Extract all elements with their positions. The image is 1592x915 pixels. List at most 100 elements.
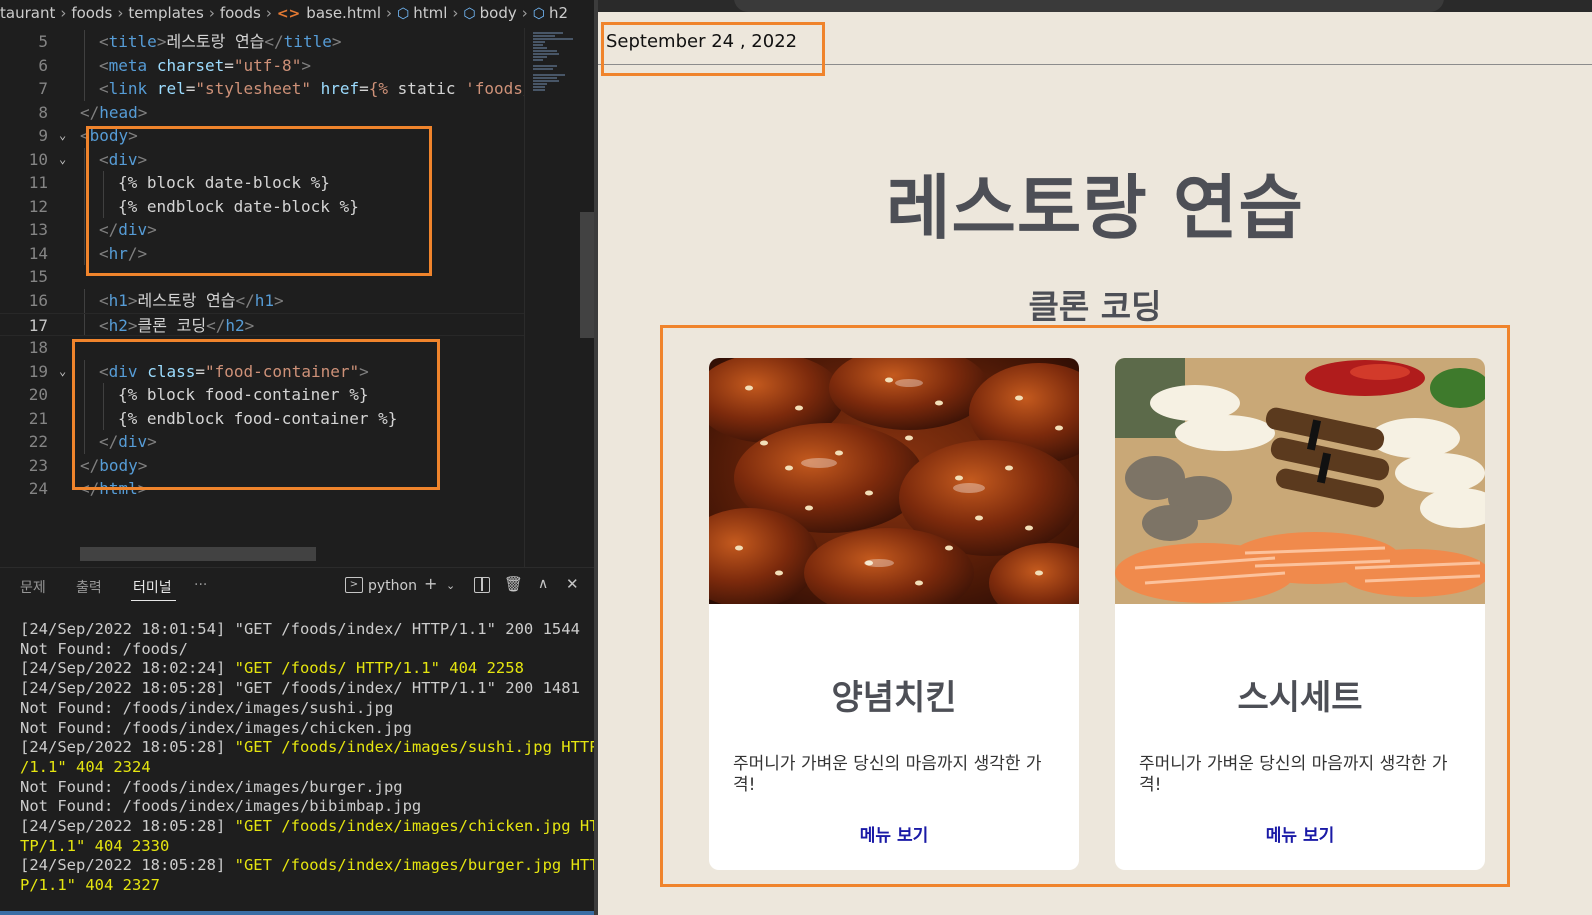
close-panel-icon[interactable]: ✕: [566, 575, 579, 593]
terminal-line: Not Found: /foods/: [20, 640, 580, 660]
tab-terminal[interactable]: 터미널: [133, 577, 172, 597]
minimap-line: [533, 44, 543, 46]
code-line[interactable]: 17 <h2>클론 코딩</h2>: [0, 312, 524, 337]
minimap-line: [533, 77, 557, 79]
terminal-text: [24/Sep/2022 18:05:28]: [20, 738, 235, 757]
terminal-text: Not Found: /foods/index/images/bibimbap.…: [20, 797, 422, 816]
horizontal-scrollbar-thumb[interactable]: [80, 547, 316, 561]
breadcrumb-item[interactable]: templates: [128, 4, 204, 22]
panel-tabs: 문제 출력 터미널 ··· > python + ⌄ 🗑 ∧ ✕: [0, 568, 596, 604]
chevron-down-icon[interactable]: ⌄: [446, 579, 455, 592]
terminal-line: Not Found: /foods/index/images/sushi.jpg: [20, 699, 580, 719]
line-number: 22: [28, 432, 48, 452]
terminal-line: [24/Sep/2022 18:05:28] "GET /foods/index…: [20, 817, 599, 837]
terminal-line: [24/Sep/2022 18:01:54] "GET /foods/index…: [20, 620, 580, 640]
food-container-code-highlight: [72, 339, 440, 490]
minimap-line: [533, 47, 547, 49]
line-number: 12: [28, 196, 48, 216]
minimap-line: [533, 80, 559, 82]
terminal-warning-text: "GET /foods/ HTTP/1.1" 404 2258: [234, 659, 524, 678]
maximize-panel-icon[interactable]: ∧: [538, 576, 548, 592]
minimap-line: [533, 86, 545, 88]
terminal-line: P/1.1" 404 2327: [20, 876, 580, 896]
line-number: 19: [28, 361, 48, 381]
food-container-highlight: [660, 325, 1510, 887]
tab-output[interactable]: 출력: [76, 577, 102, 597]
terminal-warning-text: "GET /foods/index/images/chicken.jpg HT: [234, 817, 599, 836]
tab-problems[interactable]: 문제: [20, 577, 46, 597]
indent-guide: [84, 313, 85, 336]
terminal-warning-text: P/1.1" 404 2327: [20, 876, 160, 895]
terminal-text: [24/Sep/2022 18:01:54] "GET /foods/index…: [20, 620, 580, 638]
breadcrumb-item[interactable]: html: [413, 4, 447, 22]
minimap-line: [533, 56, 547, 58]
element-symbol-icon: ⬡: [463, 6, 476, 22]
breadcrumb-item[interactable]: foods: [71, 4, 112, 22]
indent-guide: [84, 194, 85, 219]
html-file-icon: <>: [276, 6, 301, 22]
minimap-line: [533, 38, 573, 40]
line-number: 5: [38, 32, 48, 51]
terminal-line: [24/Sep/2022 18:05:28] "GET /foods/index…: [20, 738, 599, 758]
breadcrumb-item[interactable]: taurant: [0, 4, 55, 22]
line-number: 9: [38, 126, 48, 146]
line-number: 11: [28, 173, 48, 193]
vertical-scrollbar-thumb[interactable]: [580, 212, 594, 338]
code-line[interactable]: 6 <meta charset="utf-8">: [0, 53, 524, 78]
minimap-line: [533, 68, 553, 70]
line-number: 17: [28, 315, 48, 335]
breadcrumb-item[interactable]: foods: [220, 4, 261, 22]
browser-toolbar: [598, 0, 1592, 12]
line-number: 10: [28, 149, 48, 169]
terminal-line: [24/Sep/2022 18:02:24] "GET /foods/ HTTP…: [20, 659, 580, 679]
line-number: 24: [28, 479, 48, 499]
terminal-shell-label[interactable]: python: [368, 578, 417, 594]
breadcrumb-item[interactable]: body: [480, 4, 517, 22]
more-tabs-button[interactable]: ···: [194, 577, 207, 593]
line-number: 13: [28, 220, 48, 240]
terminal-text: [24/Sep/2022 18:05:28] "GET /foods/index…: [20, 679, 580, 698]
terminal-text: Not Found: /foods/index/images/burger.jp…: [20, 777, 403, 796]
split-terminal-icon[interactable]: [474, 577, 490, 593]
breadcrumb-item[interactable]: base.html: [306, 4, 381, 22]
terminal-text: Not Found: /foods/index/images/chicken.j…: [20, 718, 412, 737]
code-line[interactable]: 7 <link rel="stylesheet" href={% static '…: [0, 77, 524, 101]
code-text: <h2>클론 코딩</h2>: [99, 315, 255, 335]
status-bar-edge: [0, 911, 596, 915]
address-bar[interactable]: [734, 0, 1444, 12]
line-number: 15: [28, 267, 48, 287]
line-number: 14: [28, 243, 48, 263]
line-number: 16: [28, 291, 48, 311]
fold-chevron-icon[interactable]: ⌄: [59, 124, 66, 148]
breadcrumb-separator: ›: [60, 4, 67, 22]
code-line[interactable]: 8 </head>: [0, 101, 524, 125]
indent-guide: [84, 30, 85, 54]
breadcrumb-item[interactable]: h2: [549, 4, 568, 22]
page-subtitle: 클론 코딩: [1028, 287, 1162, 326]
code-line[interactable]: 5 <title>레스토랑 연습</title>: [0, 30, 524, 54]
line-number: 18: [28, 338, 48, 358]
fold-chevron-icon[interactable]: ⌄: [59, 148, 66, 172]
breadcrumb-separator: ›: [117, 4, 124, 22]
line-number: 20: [28, 385, 48, 405]
terminal-warning-text: "GET /foods/index/images/sushi.jpg HTTP: [234, 738, 599, 757]
terminal-warning-text: /1.1" 404 2324: [20, 757, 151, 776]
minimap-line: [533, 35, 555, 37]
terminal-line: Not Found: /foods/index/images/bibimbap.…: [20, 797, 580, 817]
minimap-line: [533, 50, 557, 52]
minimap-line: [533, 89, 545, 91]
code-text: <h1>레스토랑 연습</h1>: [99, 291, 284, 311]
terminal-output[interactable]: [24/Sep/2022 18:01:54] "GET /foods/index…: [20, 620, 599, 896]
terminal-line: TP/1.1" 404 2330: [20, 837, 580, 857]
breadcrumb-separator: ›: [521, 4, 528, 22]
terminal-line: [24/Sep/2022 18:05:28] "GET /foods/index…: [20, 856, 599, 876]
terminal-warning-text: TP/1.1" 404 2330: [20, 836, 170, 855]
minimap[interactable]: [524, 28, 580, 568]
terminal-text: [24/Sep/2022 18:05:28]: [20, 856, 235, 875]
terminal-warning-text: "GET /foods/index/images/burger.jpg HTT: [234, 856, 599, 875]
line-number: 6: [38, 55, 48, 75]
trash-icon[interactable]: 🗑: [504, 575, 523, 593]
new-terminal-icon[interactable]: +: [424, 574, 437, 593]
code-line[interactable]: 16 <h1>레스토랑 연습</h1>: [0, 289, 524, 313]
fold-chevron-icon[interactable]: ⌄: [59, 360, 66, 384]
